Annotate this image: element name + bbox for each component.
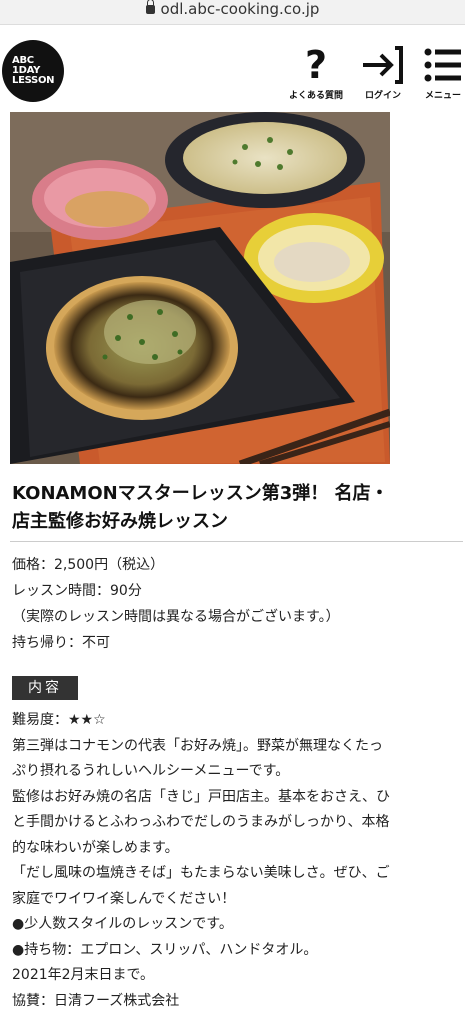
lesson-takeaway: 持ち帰り：不可 xyxy=(12,635,110,651)
faq-label: よくある質問 xyxy=(288,91,343,101)
lesson-dish-photo xyxy=(10,112,390,464)
browser-url-bar[interactable]: odl.abc-cooking.co.jp xyxy=(0,0,465,25)
lesson-duration: レッスン時間：90分 xyxy=(12,583,142,599)
content-line: 的な味わいが楽しめます。 xyxy=(12,839,179,856)
content-line: 「だし風味の塩焼きそば」もたまらない美味しさ。ぜひ、ご xyxy=(12,865,390,881)
logo-line-3: LESSON xyxy=(12,75,55,86)
content-line: と手間かけるとふわっふわでだしのうまみがしっかり、本格 xyxy=(12,814,390,830)
lesson-content: 難易度：★★☆ 第三弾はコナモンの代表「お好み焼」。野菜が無理なくたっ ぷり摂れ… xyxy=(12,708,457,1014)
lesson-price: 価格：2,500円（税込） xyxy=(12,557,165,573)
content-line: ●持ち物：エプロン、スリッパ、ハンドタオル。 xyxy=(12,941,318,958)
title-divider xyxy=(10,541,463,542)
lesson-duration-note: （実際のレッスン時間は異なる場合がございます。） xyxy=(12,609,340,625)
question-icon: ? xyxy=(304,43,328,87)
abc-1day-lesson-logo[interactable]: ABC 1DAY LESSON xyxy=(2,40,64,102)
login-button[interactable]: ログイン xyxy=(352,44,414,101)
lesson-title-line-1: KONAMONマスターレッスン第3弾！ 名店・ xyxy=(12,483,389,504)
login-label: ログイン xyxy=(364,91,401,101)
menu-list-icon xyxy=(424,48,461,82)
content-line: 2021年2月末日まで。 xyxy=(12,967,154,983)
content-line: 協賛：日清フーズ株式会社 xyxy=(12,992,180,1009)
content-section-label: 内容 xyxy=(12,676,78,700)
content-line: 家庭でワイワイ楽しんでください！ xyxy=(12,890,236,907)
lesson-title: KONAMONマスターレッスン第3弾！ 名店・ 店主監修お好み焼レッスン xyxy=(12,480,457,536)
lesson-info: 価格：2,500円（税込） レッスン時間：90分 （実際のレッスン時間は異なる場… xyxy=(12,552,462,656)
difficulty-rating: 難易度：★★☆ xyxy=(12,712,106,728)
content-line: 監修はお好み焼の名店「きじ」戸田店主。基本をおさえ、ひ xyxy=(12,788,390,805)
content-line: ●少人数スタイルのレッスンです。 xyxy=(12,916,233,932)
content-line: 第三弾はコナモンの代表「お好み焼」。野菜が無理なくたっ xyxy=(12,737,383,754)
login-arrow-icon xyxy=(363,46,403,84)
faq-button[interactable]: ? よくある質問 xyxy=(283,44,349,101)
url-text: odl.abc-cooking.co.jp xyxy=(160,0,320,18)
menu-label: メニュー xyxy=(424,91,461,101)
lesson-title-line-2: 店主監修お好み焼レッスン xyxy=(12,511,228,532)
lock-icon xyxy=(145,0,155,14)
menu-button[interactable]: メニュー xyxy=(418,44,465,101)
site-header: ABC 1DAY LESSON ? よくある質問 ログイン メニュー xyxy=(0,24,465,108)
content-line: ぷり摂れるうれしいヘルシーメニューです。 xyxy=(12,763,290,779)
